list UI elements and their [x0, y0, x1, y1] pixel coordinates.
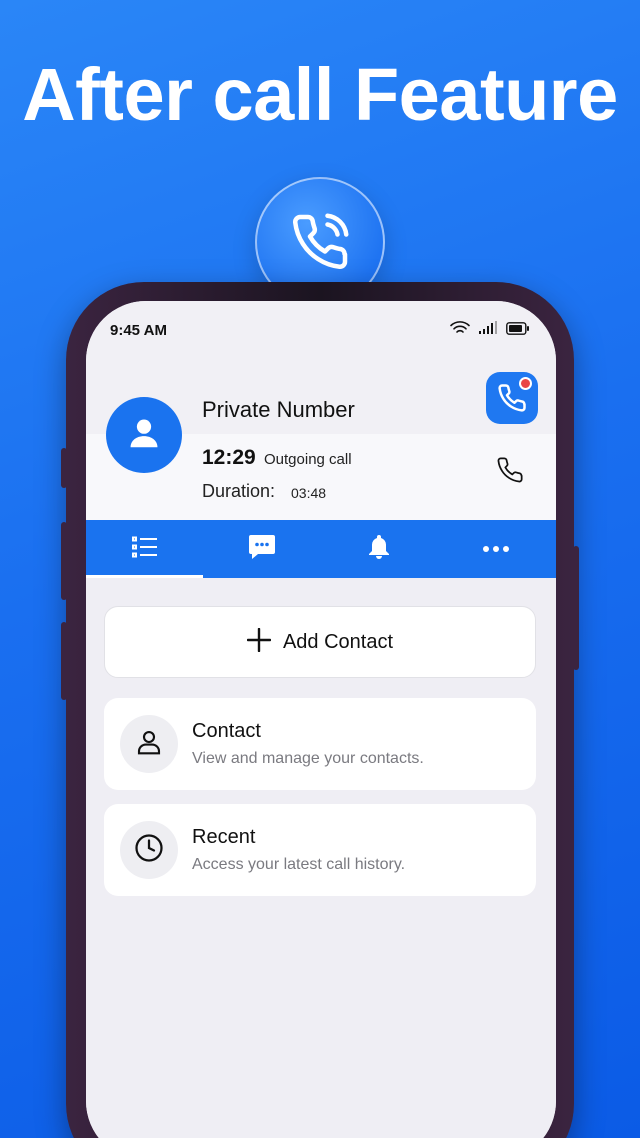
notification-dot-icon: [519, 377, 532, 390]
tab-bar: [86, 520, 556, 578]
phone-side-button: [573, 546, 579, 670]
headline: After call Feature: [22, 53, 618, 136]
status-bar: 9:45 AM: [86, 301, 556, 361]
call-time: 12:29: [202, 446, 256, 469]
person-icon: [125, 414, 163, 457]
bell-icon: [367, 534, 391, 565]
contact-item[interactable]: Contact View and manage your contacts.: [104, 698, 536, 790]
tab-more[interactable]: [437, 520, 554, 578]
tab-notifications[interactable]: [320, 520, 437, 578]
list-icon: [131, 536, 158, 563]
person-icon: [134, 727, 164, 762]
app-icon[interactable]: [486, 372, 538, 424]
tab-list[interactable]: [86, 520, 203, 578]
call-type: Outgoing call: [264, 451, 352, 468]
battery-icon: [506, 321, 530, 340]
duration-value: 03:48: [291, 485, 327, 501]
phone-side-button: [61, 622, 67, 700]
more-icon: [482, 540, 510, 558]
phone-side-button: [61, 522, 67, 600]
phone-screen: 9:45 AM Private Number 12:29 Outgoing ca…: [86, 301, 556, 1138]
contact-icon-wrap: [120, 715, 178, 773]
recent-icon-wrap: [120, 821, 178, 879]
call-back-icon[interactable]: [496, 456, 524, 489]
avatar: [106, 397, 182, 473]
duration-label: Duration:: [202, 481, 276, 501]
plus-icon: [246, 627, 272, 657]
recent-title: Recent: [192, 826, 256, 848]
message-icon: [248, 534, 276, 565]
contact-title: Contact: [192, 720, 261, 742]
recent-item[interactable]: Recent Access your latest call history.: [104, 804, 536, 896]
status-time: 9:45 AM: [110, 322, 167, 339]
caller-name: Private Number: [202, 397, 355, 422]
content-area: Add Contact Contact View and manage your…: [86, 578, 556, 1138]
clock-icon: [134, 833, 164, 868]
add-contact-label: Add Contact: [282, 630, 394, 653]
add-contact-button[interactable]: Add Contact: [104, 606, 536, 678]
signal-icon: [478, 321, 498, 340]
tab-messages[interactable]: [203, 520, 320, 578]
call-info-card: Private Number 12:29 Outgoing call Durat…: [86, 361, 556, 520]
contact-subtitle: View and manage your contacts.: [192, 750, 424, 767]
recent-subtitle: Access your latest call history.: [192, 856, 406, 873]
phone-side-button: [61, 448, 67, 488]
wifi-icon: [450, 321, 470, 340]
